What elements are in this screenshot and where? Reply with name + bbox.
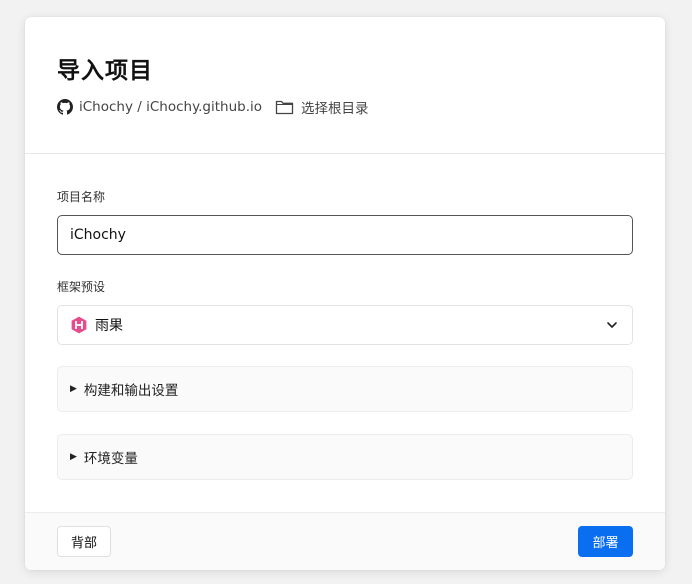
triangle-right-icon: ▶ [70,384,77,394]
back-button[interactable]: 背部 [57,526,111,557]
github-icon [57,99,73,115]
select-root-dir-link[interactable]: 选择根目录 [301,97,369,117]
framework-select[interactable]: 雨果 [57,305,633,345]
env-vars-section[interactable]: ▶ 环境变量 [57,434,633,480]
page-title: 导入项目 [57,58,153,84]
repo-name: iChochy / iChochy.github.io [79,99,263,115]
framework-label: 框架预设 [57,280,106,294]
dialog-header: 导入项目 iChochy / iChochy.github.io 选择根目录 [25,17,665,154]
hexo-icon [71,316,87,334]
project-name-label: 项目名称 [57,190,106,204]
repo-info: iChochy / iChochy.github.io 选择根目录 [57,97,369,117]
folder-icon[interactable] [275,99,294,115]
dialog-footer: 背部 部署 [25,512,665,570]
build-output-settings-section[interactable]: ▶ 构建和输出设置 [57,366,633,412]
section-label: 构建和输出设置 [83,383,179,399]
import-project-dialog: 导入项目 iChochy / iChochy.github.io 选择根目录 项… [25,17,665,570]
chevron-down-icon [607,322,617,328]
framework-value: 雨果 [95,318,123,334]
deploy-button[interactable]: 部署 [578,526,633,557]
triangle-right-icon: ▶ [70,452,77,462]
section-label: 环境变量 [83,451,138,467]
project-name-input[interactable] [57,215,633,255]
